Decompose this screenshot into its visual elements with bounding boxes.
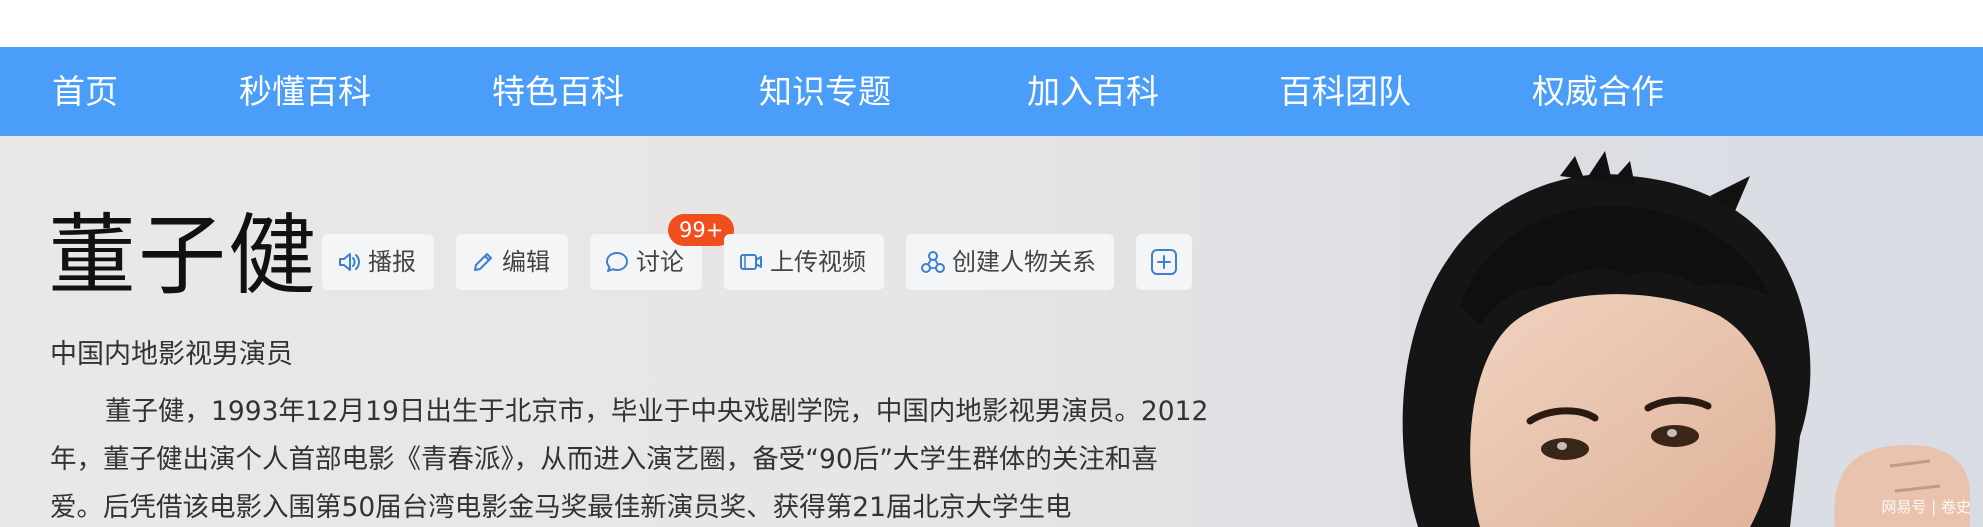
upload-video-button[interactable]: 上传视频 <box>724 234 884 290</box>
relation-network-icon <box>921 251 945 273</box>
entry-subtitle: 中国内地影视男演员 <box>50 339 293 370</box>
nav-item-featured[interactable]: 特色百科 <box>492 47 624 136</box>
video-camera-icon <box>740 254 762 270</box>
edit-label: 编辑 <box>502 248 550 276</box>
portrait-image <box>1402 151 1970 527</box>
upload-video-label: 上传视频 <box>770 248 866 276</box>
nav-item-home[interactable]: 首页 <box>52 47 118 136</box>
create-relation-button[interactable]: 创建人物关系 <box>906 234 1114 290</box>
play-label: 播报 <box>368 248 416 276</box>
pencil-icon <box>474 253 492 271</box>
nav-item-team[interactable]: 百科团队 <box>1279 47 1411 136</box>
nav-item-miaodong[interactable]: 秒懂百科 <box>239 47 371 136</box>
nav-item-topics[interactable]: 知识专题 <box>759 47 891 136</box>
watermark: 网易号 | 卷史 <box>1881 498 1971 516</box>
edit-button[interactable]: 编辑 <box>456 234 568 290</box>
play-button[interactable]: 播报 <box>322 234 434 290</box>
nav-item-join[interactable]: 加入百科 <box>1027 47 1159 136</box>
top-whitespace <box>0 0 1983 47</box>
plus-square-icon <box>1151 249 1177 275</box>
nav-item-partners[interactable]: 权威合作 <box>1532 47 1664 136</box>
main-nav: 首页 秒懂百科 特色百科 知识专题 加入百科 百科团队 权威合作 <box>0 47 1983 136</box>
entry-title: 董子健 <box>48 204 319 307</box>
add-more-button[interactable] <box>1136 234 1192 290</box>
speaker-icon <box>339 253 360 271</box>
create-relation-label: 创建人物关系 <box>952 248 1096 276</box>
entry-header: 董子健 播报 编辑 讨论 99+ 上传视频 创建人物关系 中国内地影视男演员 董… <box>0 136 1983 527</box>
entry-summary: 董子健，1993年12月19日出生于北京市，毕业于中央戏剧学院，中国内地影视男演… <box>50 396 1209 523</box>
chat-bubble-icon <box>606 252 628 272</box>
